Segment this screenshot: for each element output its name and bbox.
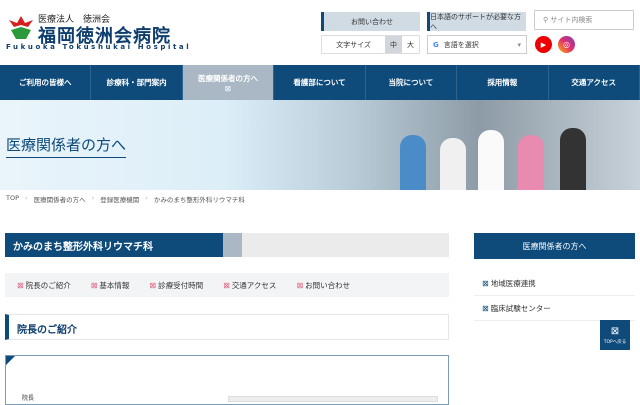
breadcrumb-top[interactable]: TOP bbox=[6, 194, 19, 204]
jp-support-button[interactable]: 日本語のサポートが必要な方へ bbox=[427, 12, 526, 31]
hospital-logo-mark bbox=[9, 16, 33, 39]
nav-item-about[interactable]: 当院について bbox=[366, 65, 458, 100]
chevron-down-icon: ▾ bbox=[517, 40, 521, 49]
search-input[interactable]: ⚲ サイト内検索 bbox=[534, 10, 634, 30]
breadcrumb-current: かみのまち整形外科リウマチ科 bbox=[153, 196, 245, 204]
nav-item-nursing[interactable]: 看護部について bbox=[274, 65, 366, 100]
font-mid-button[interactable]: 中 bbox=[385, 36, 402, 53]
nav-item-medical-professionals[interactable]: 医療関係者の方へ ⊠ bbox=[182, 65, 275, 100]
arrow-up-icon: ⊠ bbox=[610, 325, 620, 337]
sidebar-item-clinical-trial[interactable]: ⊠ 臨床試験センター bbox=[474, 296, 635, 321]
google-icon: G bbox=[433, 40, 439, 49]
sidebar-item-regional[interactable]: ⊠ 地域医療連携 bbox=[474, 271, 635, 296]
logo-name-en: Fukuoka Tokushukai Hospital bbox=[6, 43, 192, 51]
anchor-hours[interactable]: ⊠ 診療受付時間 bbox=[149, 280, 203, 291]
anchor-access[interactable]: ⊠ 交通アクセス bbox=[223, 280, 276, 291]
instagram-icon[interactable]: ◎ bbox=[558, 36, 575, 53]
youtube-icon[interactable]: ▶ bbox=[535, 36, 552, 53]
back-to-top-button[interactable]: ⊠ TOPへ戻る bbox=[600, 320, 630, 350]
font-size-label: 文字サイズ bbox=[336, 40, 371, 49]
section-title: 院長のご紹介 bbox=[5, 314, 449, 340]
anchor-basic-info[interactable]: ⊠ 基本情報 bbox=[91, 280, 130, 291]
main-nav: ご利用の皆様へ 診療科・部門案内 医療関係者の方へ ⊠ 看護部について 当院につい… bbox=[0, 65, 640, 100]
hero-title: 医療関係者の方へ bbox=[6, 134, 127, 158]
contact-button[interactable]: お問い合わせ bbox=[321, 12, 420, 31]
nav-item-recruit[interactable]: 採用情報 bbox=[457, 65, 549, 100]
director-value bbox=[228, 396, 438, 402]
sidebar-header[interactable]: 医療関係者の方へ bbox=[474, 233, 635, 259]
nav-item-departments[interactable]: 診療科・部門案内 bbox=[91, 65, 183, 100]
page-title: かみのまち整形外科リウマチ科 bbox=[5, 233, 449, 257]
breadcrumb-registered[interactable]: 登録医療機関 bbox=[100, 194, 139, 204]
font-size-control: 文字サイズ 中 大 bbox=[321, 35, 420, 54]
font-large-button[interactable]: 大 bbox=[402, 36, 419, 53]
anchor-nav: ⊠ 院長のご紹介 ⊠ 基本情報 ⊠ 診療受付時間 ⊠ 交通アクセス ⊠ お問い合わせ bbox=[5, 273, 449, 297]
breadcrumb: TOP › 医療関係者の方へ › 登録医療機関 › かみのまち整形外科リウマチ科 bbox=[6, 194, 245, 204]
nav-item-users[interactable]: ご利用の皆様へ bbox=[0, 65, 92, 100]
corner-triangle bbox=[6, 356, 15, 365]
anchor-contact[interactable]: ⊠ お問い合わせ bbox=[296, 280, 350, 291]
translate-select[interactable]: G 言語を選択 ▾ bbox=[427, 35, 527, 54]
director-label: 院長 bbox=[22, 395, 35, 402]
anchor-director[interactable]: ⊠ 院長のご紹介 bbox=[17, 280, 71, 291]
breadcrumb-medical[interactable]: 医療関係者の方へ bbox=[34, 194, 86, 204]
nav-item-access[interactable]: 交通アクセス bbox=[549, 65, 640, 100]
